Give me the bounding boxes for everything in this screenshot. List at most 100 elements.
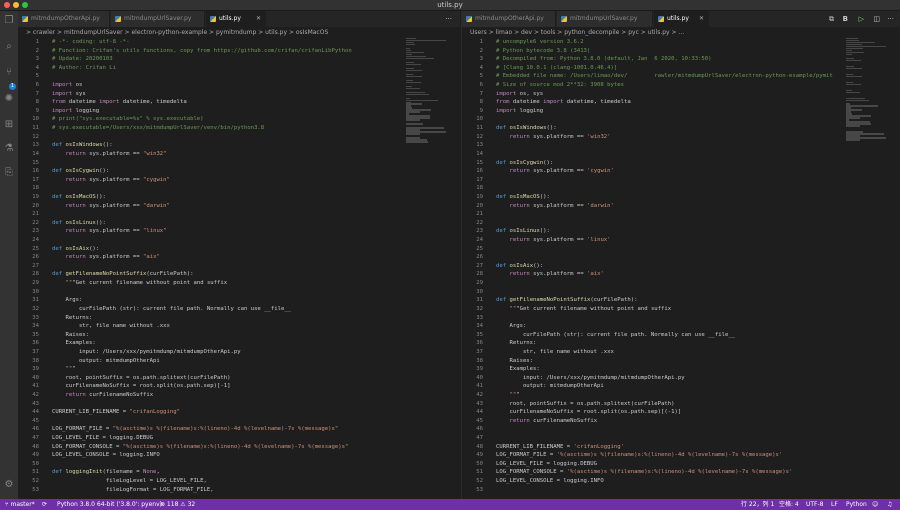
- python-file-icon: [561, 16, 567, 22]
- code-line: 21: [32, 211, 39, 218]
- code-line: 38 output: mitmdumpOtherApi: [32, 357, 160, 364]
- minimap-line: [846, 91, 861, 93]
- scrollbar[interactable]: [893, 38, 900, 499]
- source-control-icon[interactable]: ⑂: [3, 67, 15, 79]
- code-line: 49 LOG_LEVEL_CONSOLE = logging.INFO: [32, 452, 160, 459]
- code-line: 14: [476, 150, 483, 157]
- minimap-line: [406, 57, 435, 60]
- scrollbar[interactable]: [453, 38, 460, 499]
- code-line: 51 def loggingInit(filename = None,: [32, 469, 160, 476]
- code-line: 15: [32, 159, 39, 166]
- close-tab-icon[interactable]: ✕: [699, 11, 704, 27]
- code-line: 50: [32, 460, 39, 467]
- minimap-line: [406, 119, 420, 121]
- code-line: 22 def osIsLinux():: [32, 219, 106, 226]
- more-actions-icon[interactable]: ···: [887, 11, 894, 27]
- branch-label: master*: [10, 501, 35, 508]
- encoding[interactable]: UTF-8: [806, 499, 824, 510]
- code-line: 18: [476, 185, 483, 192]
- code-line: 26: [476, 254, 483, 261]
- code-line: 21: [476, 211, 483, 218]
- tab-utils[interactable]: utils.py ✕: [654, 11, 709, 27]
- code-line: 27 def osIsAix():: [476, 262, 544, 269]
- tab-bar: mitmdumpOtherApi.py mitmdumpUrlSaver.py …: [18, 11, 460, 27]
- more-actions-icon[interactable]: ···: [445, 11, 452, 27]
- code-line: 8 from datetime import datetime, timedelt…: [479, 99, 631, 106]
- tab-mitmdumpotherapi[interactable]: mitmdumpOtherApi.py: [462, 11, 556, 27]
- python-interpreter[interactable]: Python 3.8.0 64-bit ('3.8.0': pyenv): [57, 499, 162, 510]
- code-line: 38 Raises:: [476, 357, 534, 364]
- problems-count[interactable]: ⊗ 118 ⚠ 32: [160, 499, 195, 510]
- code-line: 18: [32, 185, 39, 192]
- end-of-line[interactable]: LF: [831, 499, 838, 510]
- editor-group-left: mitmdumpOtherApi.py mitmdumpUrlSaver.py …: [18, 11, 460, 499]
- minimap[interactable]: [846, 38, 886, 153]
- cursor-position[interactable]: 行 22，列 1: [741, 499, 774, 510]
- split-editor-icon[interactable]: ◫: [873, 11, 880, 27]
- flask-icon[interactable]: ⚗: [3, 143, 15, 155]
- code-line: 9 import logging: [479, 107, 544, 114]
- code-line: 40 root, pointSuffix = os.path.splitext(…: [32, 374, 231, 381]
- editor-group-right: mitmdumpOtherApi.py mitmdumpUrlSaver.py …: [461, 11, 900, 499]
- code-editor-left[interactable]: 1 # -*- coding: utf-8 -*- 2 # Function: Cri…: [18, 38, 460, 499]
- extensions-icon[interactable]: ⊞: [3, 119, 15, 131]
- language-mode[interactable]: Python: [846, 499, 867, 510]
- settings-icon[interactable]: ⚙: [3, 479, 15, 491]
- code-line: 33 Returns:: [32, 314, 93, 321]
- code-line: 40 input: /Users/xxx/pymitmdump/mitmdump…: [476, 374, 685, 381]
- code-line: 47: [476, 435, 483, 442]
- bold-b-icon[interactable]: B: [843, 11, 848, 27]
- code-line: 44 curFilenameNoSuffix = root.split(os.p…: [476, 409, 682, 416]
- code-line: 29: [476, 280, 483, 287]
- code-line: 45: [32, 417, 39, 424]
- indentation[interactable]: 空格: 4: [779, 499, 799, 510]
- tab-mitmdumpurlsaver[interactable]: mitmdumpUrlSaver.py: [557, 11, 653, 27]
- tab-mitmdumpurlsaver[interactable]: mitmdumpUrlSaver.py: [111, 11, 205, 27]
- code-line: 51 LOG_FORMAT_CONSOLE = '%(asctime)s %(fi…: [476, 469, 793, 476]
- search-icon[interactable]: ⌕: [3, 41, 15, 53]
- code-line: 11 def osIsWindows():: [476, 125, 557, 132]
- python-file-icon: [466, 16, 472, 22]
- code-line: 33: [476, 314, 483, 321]
- code-editor-right[interactable]: 1 # uncompyle6 version 3.6.2 2 # Python byt…: [462, 38, 900, 499]
- tab-label: mitmdumpOtherApi.py: [475, 15, 544, 22]
- code-line: 53: [476, 486, 483, 493]
- remote-icon[interactable]: ⎘: [3, 167, 15, 179]
- code-line: 30: [32, 288, 39, 295]
- code-line: 42 """: [476, 391, 520, 398]
- sync-icon[interactable]: ⟳: [42, 499, 47, 510]
- close-tab-icon[interactable]: ✕: [256, 11, 261, 27]
- tab-label: utils.py: [219, 15, 241, 22]
- minimap-line: [406, 93, 430, 95]
- code-line: 5 # Embedded file name: /Users/limao/dev/…: [479, 73, 833, 80]
- code-line: 8 from datetime import datetime, timedelt…: [35, 99, 187, 106]
- notifications-icon[interactable]: ♫: [887, 499, 892, 510]
- code-line: 19 def osIsMacOS():: [32, 193, 106, 200]
- code-line: 17 return sys.platform == "cygwin": [32, 176, 170, 183]
- code-line: 36 Examples:: [32, 340, 96, 347]
- code-line: 23 def osIsLinux():: [476, 228, 550, 235]
- minimap-line: [846, 75, 862, 78]
- python-file-icon: [658, 16, 664, 22]
- code-line: 53 fileLogFormat = LOG_FORMAT_FILE,: [32, 486, 214, 493]
- feedback-icon[interactable]: ☺: [872, 499, 878, 510]
- code-line: 1 # -*- coding: utf-8 -*-: [35, 39, 130, 45]
- tab-utils[interactable]: utils.py ✕: [206, 11, 266, 27]
- code-line: 19 def osIsMacOS():: [476, 193, 550, 200]
- code-line: 14 return sys.platform == "win32": [32, 150, 167, 157]
- code-line: 6 # Size of source mod 2**32: 3908 bytes: [479, 82, 624, 89]
- code-line: 2 # Function: Crifan's utils functions, c…: [35, 47, 352, 54]
- run-icon[interactable]: ▷: [859, 11, 864, 27]
- debug-icon[interactable]: ✺: [3, 93, 15, 105]
- git-branch[interactable]: ⑂ master*: [5, 499, 35, 510]
- explorer-icon[interactable]: ❐: [3, 15, 15, 27]
- code-line: 47 LOG_LEVEL_FILE = logging.DEBUG: [32, 435, 154, 442]
- open-changes-icon[interactable]: ⧉: [829, 11, 834, 27]
- status-bar: ⑂ master* ⟳ Python 3.8.0 64-bit ('3.8.0'…: [0, 499, 900, 510]
- code-line: 34 Args:: [476, 323, 527, 330]
- breadcrumb: Users > limao > dev > tools > python_dec…: [470, 29, 685, 36]
- tab-mitmdumpotherapi[interactable]: mitmdumpOtherApi.py: [18, 11, 110, 27]
- code-line: 11 # sys.executable=/Users/xxx/mitmdumpUr…: [32, 125, 265, 132]
- minimap[interactable]: [406, 38, 446, 153]
- minimap-line: [846, 67, 862, 70]
